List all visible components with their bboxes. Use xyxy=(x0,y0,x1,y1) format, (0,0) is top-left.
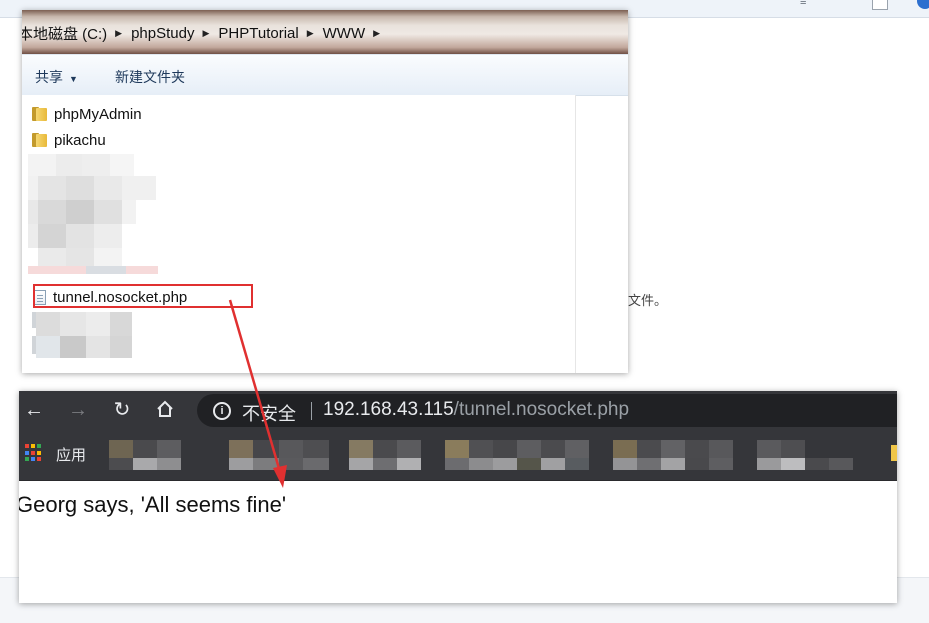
bookmark-folder-icon[interactable] xyxy=(891,445,897,461)
annotation-highlight-box xyxy=(33,284,253,308)
back-arrow-icon[interactable]: ← xyxy=(24,400,44,420)
background-help-icon xyxy=(917,0,929,9)
page-message: Georg says, 'All seems fine' xyxy=(19,492,287,517)
pane-divider xyxy=(575,95,576,373)
chevron-right-icon[interactable]: ▶ xyxy=(202,28,209,39)
breadcrumb-item-www[interactable]: WWW xyxy=(323,25,365,42)
file-item-phpmyadmin[interactable]: phpMyAdmin xyxy=(32,103,142,125)
bookmarks-bar: 应用 xyxy=(19,430,897,481)
share-button[interactable]: 共享 ▼ xyxy=(35,67,78,87)
caret-down-icon: ▼ xyxy=(69,74,78,84)
chevron-right-icon[interactable]: ▶ xyxy=(373,28,380,39)
url-text[interactable]: 192.168.43.115/tunnel.nosocket.php xyxy=(323,399,629,421)
breadcrumb: 本地磁盘 (C:) ▶ phpStudy ▶ PHPTutorial ▶ WWW… xyxy=(22,23,389,44)
folder-icon xyxy=(32,107,47,121)
address-bar: 本地磁盘 (C:) ▶ phpStudy ▶ PHPTutorial ▶ WWW… xyxy=(22,10,628,54)
url-path: /tunnel.nosocket.php xyxy=(453,399,630,420)
omnibox[interactable]: i 不安全 192.168.43.115/tunnel.nosocket.php xyxy=(197,394,897,427)
background-window-icon xyxy=(872,0,888,10)
home-icon[interactable] xyxy=(155,400,175,420)
reload-icon[interactable]: ↻ xyxy=(112,400,132,420)
browser-window: ← → ↻ i 不安全 192.168.43.115/tunnel.nosock… xyxy=(19,391,897,603)
bookmark-apps[interactable]: 应用 xyxy=(56,444,86,465)
url-host: 192.168.43.115 xyxy=(323,399,454,420)
breadcrumb-item-phptutorial[interactable]: PHPTutorial xyxy=(218,25,298,42)
security-status[interactable]: 不安全 xyxy=(242,400,296,426)
chevron-right-icon[interactable]: ▶ xyxy=(307,28,314,39)
file-name: phpMyAdmin xyxy=(54,105,142,123)
omnibox-separator xyxy=(311,402,312,420)
info-icon[interactable]: i xyxy=(213,402,231,420)
browser-toolbar: ← → ↻ i 不安全 192.168.43.115/tunnel.nosock… xyxy=(19,391,897,430)
background-partial-text: 文件。 xyxy=(628,293,668,308)
forward-arrow-icon[interactable]: → xyxy=(68,400,88,420)
chevron-right-icon[interactable]: ▶ xyxy=(115,28,122,39)
file-item-pikachu[interactable]: pikachu xyxy=(32,129,106,151)
explorer-toolbar: 共享 ▼ 新建文件夹 xyxy=(22,54,628,96)
share-button-label: 共享 xyxy=(35,69,63,85)
new-folder-button[interactable]: 新建文件夹 xyxy=(115,67,185,87)
background-toolbar-icon: ≡ xyxy=(800,0,807,8)
apps-grid-icon[interactable] xyxy=(25,444,43,462)
file-explorer-window: 本地磁盘 (C:) ▶ phpStudy ▶ PHPTutorial ▶ WWW… xyxy=(22,10,628,373)
file-name: pikachu xyxy=(54,131,106,149)
breadcrumb-item-phpstudy[interactable]: phpStudy xyxy=(131,25,194,42)
breadcrumb-item-local-disk[interactable]: 本地磁盘 (C:) xyxy=(22,23,107,44)
folder-icon xyxy=(32,133,47,147)
page-content: Georg says, 'All seems fine' xyxy=(19,481,897,603)
